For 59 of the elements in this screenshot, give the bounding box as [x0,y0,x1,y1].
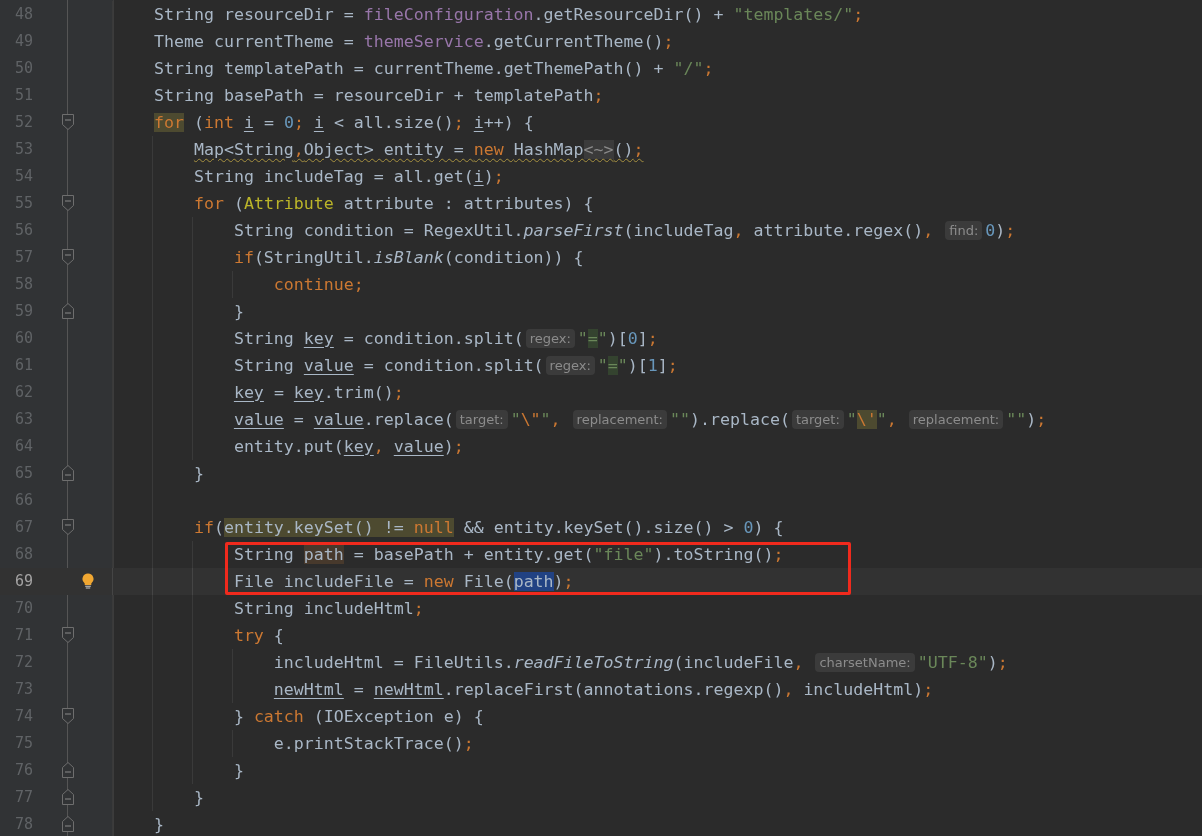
code-text: for (Attribute attribute : attributes) { [193,193,594,213]
code-text: newHtml = newHtml.replaceFirst(annotations.regexp(), includeHtml); [273,679,934,699]
parameter-hint: regex: [545,355,595,375]
code-text: for (int i = 0; i < all.size(); i++) { [153,112,534,132]
fold-icon[interactable] [62,708,74,724]
code-text: if(StringUtil.isBlank(condition)) { [233,247,584,267]
fold-icon[interactable] [62,465,74,481]
code-text: 0); [985,220,1016,240]
lightbulb-icon[interactable] [82,573,94,589]
parameter-hint: regex: [525,328,575,348]
fold-icon[interactable] [62,195,74,211]
code-text: "\"", [510,409,562,429]
code-text: "=")[1]; [597,355,678,375]
code-text: String key = condition.split( [233,328,524,348]
code-text: } [193,463,204,483]
code-text: if(entity.keySet() != null && entity.keySet().size() > 0) { [193,517,784,537]
fold-icon[interactable] [62,816,74,832]
fold-icon[interactable] [62,249,74,265]
code-text: String includeTag = all.get(i); [193,166,504,186]
fold-icon[interactable] [62,627,74,643]
code-text: "").replace( [670,409,790,429]
fold-icon[interactable] [62,114,74,130]
code-text: File includeFile = new File(path); [233,571,574,591]
code-text: "\'", [846,409,898,429]
code-text: String path = basePath + entity.get("file").toString(); [233,544,784,564]
code-text: includeHtml = FileUtils.readFileToString(includeFile, [273,652,805,672]
code-text: e.printStackTrace(); [273,733,474,753]
code-text: } [233,760,244,780]
code-text: String resourceDir = fileConfiguration.getResourceDir() + "templates/"; [153,4,864,24]
code-text: entity.put(key, value); [233,436,464,456]
code-text: String value = condition.split( [233,355,544,375]
parameter-hint: target: [791,409,844,429]
parameter-hint: replacement: [572,409,667,429]
code-text: key = key.trim(); [233,382,404,402]
code-text: String condition = RegexUtil.parseFirst(includeTag, attribute.regex(), [233,220,935,240]
code-text: ""); [1006,409,1047,429]
code-text: Map<String,Object> entity = new HashMap<~>(); [193,139,644,159]
code-text: String templatePath = currentTheme.getThemePath() + "/"; [153,58,714,78]
line-number: 69 [14,570,35,592]
fold-icon[interactable] [62,519,74,535]
code-text: String basePath = resourceDir + templatePath; [153,85,604,105]
code-text: continue; [273,274,364,294]
fold-icon[interactable] [62,789,74,805]
code-text: } catch (IOException e) { [233,706,484,726]
parameter-hint: find: [945,220,983,240]
code-text: Theme currentTheme = themeService.getCurrentTheme(); [153,31,674,51]
code-text: "=")[0]; [577,328,658,348]
fold-icon[interactable] [62,762,74,778]
parameter-hint: target: [455,409,508,429]
parameter-hint: replacement: [908,409,1004,429]
fold-icon[interactable] [62,303,74,319]
code-text: value = value.replace( [233,409,454,429]
code-text: } [233,301,244,321]
code-text: String includeHtml; [233,598,424,618]
code-text: } [193,787,204,807]
code-text: } [153,814,164,834]
parameter-hint: charsetName: [815,652,915,672]
code-text: try { [233,625,284,645]
code-text: "UTF-8"); [917,652,1008,672]
